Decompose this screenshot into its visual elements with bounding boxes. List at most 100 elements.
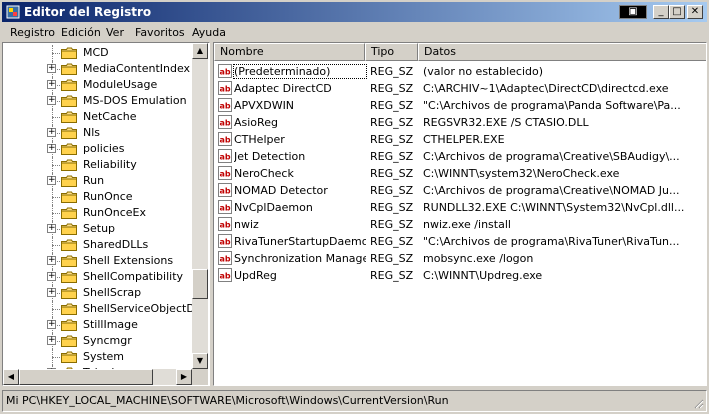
camera-icon[interactable]: ▣: [619, 5, 647, 19]
expand-plus-icon[interactable]: +: [47, 288, 56, 297]
tree-node[interactable]: + policies: [3, 141, 192, 157]
value-name[interactable]: Synchronization Manager: [234, 252, 366, 265]
value-name[interactable]: NeroCheck: [234, 167, 366, 180]
value-name[interactable]: AsioReg: [234, 116, 366, 129]
expand-plus-icon[interactable]: +: [47, 272, 56, 281]
tree-node[interactable]: ShellServiceObjectDela: [3, 301, 192, 317]
column-header-datos[interactable]: Datos: [418, 43, 706, 61]
tree-node[interactable]: + Nls: [3, 125, 192, 141]
expand-plus-icon[interactable]: +: [47, 80, 56, 89]
value-name[interactable]: UpdReg: [234, 269, 366, 282]
scroll-left-arrow-icon[interactable]: ◀: [3, 369, 19, 385]
menu-ayuda[interactable]: Ayuda: [192, 26, 226, 39]
column-header-tipo[interactable]: Tipo: [365, 43, 418, 61]
tree-node[interactable]: + ShellCompatibility: [3, 269, 192, 285]
value-row[interactable]: ab AsioReg REG_SZ REGSVR32.EXE /S CTASIO.DL…: [214, 114, 706, 131]
value-data: C:\WINNT\Updreg.exe: [423, 269, 543, 282]
tree-node[interactable]: + ShellScrap: [3, 285, 192, 301]
tree-node[interactable]: MCD: [3, 45, 192, 61]
tree-node[interactable]: NetCache: [3, 109, 192, 125]
folder-icon: [61, 47, 77, 59]
expand-plus-icon[interactable]: +: [47, 144, 56, 153]
svg-text:ab: ab: [220, 170, 231, 179]
value-row[interactable]: ab Synchronization Manager REG_SZ mobsync.e…: [214, 250, 706, 267]
expand-plus-icon[interactable]: +: [47, 320, 56, 329]
value-name[interactable]: CTHelper: [234, 133, 366, 146]
tree-node[interactable]: + Run: [3, 173, 192, 189]
menu-edicion[interactable]: Edición: [61, 26, 101, 39]
value-name[interactable]: NvCplDaemon: [234, 201, 366, 214]
minimize-button[interactable]: _: [653, 5, 669, 19]
tree-node[interactable]: + Setup: [3, 221, 192, 237]
title-bar[interactable]: Editor del Registro ▣ _ □ ✕: [2, 2, 707, 22]
h-scroll-thumb[interactable]: [19, 369, 153, 385]
scroll-thumb[interactable]: [192, 269, 208, 299]
folder-icon: [61, 127, 77, 139]
value-row[interactable]: ab NvCplDaemon REG_SZ RUNDLL32.EXE C:\WINNT…: [214, 199, 706, 216]
value-row[interactable]: ab NeroCheck REG_SZ C:\WINNT\system32\NeroC…: [214, 165, 706, 182]
scroll-down-arrow-icon[interactable]: ▼: [192, 353, 208, 369]
menu-ver[interactable]: Ver: [106, 26, 124, 39]
tree-node[interactable]: System: [3, 349, 192, 365]
tree-node-label: Run: [83, 174, 105, 187]
menu-favoritos[interactable]: Favoritos: [135, 26, 185, 39]
tree-connector-line: [52, 117, 60, 118]
value-list-pane[interactable]: Nombre Tipo Datos ab (Predeterminado) REG_…: [213, 42, 707, 386]
value-row[interactable]: ab Jet Detection REG_SZ C:\Archivos de prog…: [214, 148, 706, 165]
close-button[interactable]: ✕: [687, 5, 703, 19]
value-row[interactable]: ab NOMAD Detector REG_SZ C:\Archivos de pro…: [214, 182, 706, 199]
key-tree-pane[interactable]: MCD + MediaContentIndex + ModuleUsage + MS-DOS…: [2, 42, 210, 386]
string-value-icon: ab: [218, 268, 232, 282]
expand-plus-icon[interactable]: +: [47, 96, 56, 105]
value-row[interactable]: ab RivaTunerStartupDaemon REG_SZ "C:\Archiv…: [214, 233, 706, 250]
expand-plus-icon[interactable]: +: [47, 224, 56, 233]
tree-node[interactable]: RunOnceEx: [3, 205, 192, 221]
tree-node[interactable]: SharedDLLs: [3, 237, 192, 253]
expand-plus-icon[interactable]: +: [47, 128, 56, 137]
string-value-icon: ab: [218, 132, 232, 146]
value-name[interactable]: RivaTunerStartupDaemon: [234, 235, 366, 248]
expand-plus-icon[interactable]: +: [47, 64, 56, 73]
string-value-icon: ab: [218, 64, 232, 78]
value-row[interactable]: ab nwiz REG_SZ nwiz.exe /install: [214, 216, 706, 233]
value-row[interactable]: ab (Predeterminado) REG_SZ (valor no establ…: [214, 63, 706, 80]
tree-node-label: MS-DOS Emulation: [83, 94, 187, 107]
value-data: C:\Archivos de programa\Creative\NOMAD J…: [423, 184, 680, 197]
value-type: REG_SZ: [370, 269, 414, 282]
folder-icon: [61, 351, 77, 363]
tree-node[interactable]: + MediaContentIndex: [3, 61, 192, 77]
value-name[interactable]: APVXDWIN: [234, 99, 366, 112]
folder-icon: [61, 111, 77, 123]
tree-vertical-scrollbar[interactable]: ▲ ▼: [192, 43, 208, 369]
tree-node[interactable]: + ModuleUsage: [3, 77, 192, 93]
tree-node[interactable]: + StillImage: [3, 317, 192, 333]
folder-icon: [61, 303, 77, 315]
tree-node[interactable]: RunOnce: [3, 189, 192, 205]
value-row[interactable]: ab CTHelper REG_SZ CTHELPER.EXE: [214, 131, 706, 148]
value-name[interactable]: NOMAD Detector: [234, 184, 366, 197]
tree-node[interactable]: + Syncmgr: [3, 333, 192, 349]
scroll-right-arrow-icon[interactable]: ▶: [176, 369, 192, 385]
tree-horizontal-scrollbar[interactable]: ◀ ▶: [3, 369, 192, 385]
column-header-nombre[interactable]: Nombre: [214, 43, 365, 61]
value-name[interactable]: Adaptec DirectCD: [234, 82, 366, 95]
value-type: REG_SZ: [370, 82, 414, 95]
value-name[interactable]: (Predeterminado): [233, 64, 367, 79]
scroll-corner: [192, 369, 208, 385]
value-row[interactable]: ab UpdReg REG_SZ C:\WINNT\Updreg.exe: [214, 267, 706, 284]
maximize-button[interactable]: □: [669, 5, 685, 19]
value-name[interactable]: Jet Detection: [234, 150, 366, 163]
expand-plus-icon[interactable]: +: [47, 176, 56, 185]
expand-plus-icon[interactable]: +: [47, 336, 56, 345]
tree-node[interactable]: + Shell Extensions: [3, 253, 192, 269]
value-name[interactable]: nwiz: [234, 218, 366, 231]
tree-node[interactable]: + MS-DOS Emulation: [3, 93, 192, 109]
value-row[interactable]: ab Adaptec DirectCD REG_SZ C:\ARCHIV~1\Adap…: [214, 80, 706, 97]
menu-registro[interactable]: Registro: [10, 26, 55, 39]
tree-node[interactable]: Reliability: [3, 157, 192, 173]
tree-connector-line: [52, 53, 60, 54]
value-row[interactable]: ab APVXDWIN REG_SZ "C:\Archivos de programa…: [214, 97, 706, 114]
resize-grip-icon[interactable]: [692, 397, 704, 409]
scroll-up-arrow-icon[interactable]: ▲: [192, 43, 208, 59]
expand-plus-icon[interactable]: +: [47, 256, 56, 265]
